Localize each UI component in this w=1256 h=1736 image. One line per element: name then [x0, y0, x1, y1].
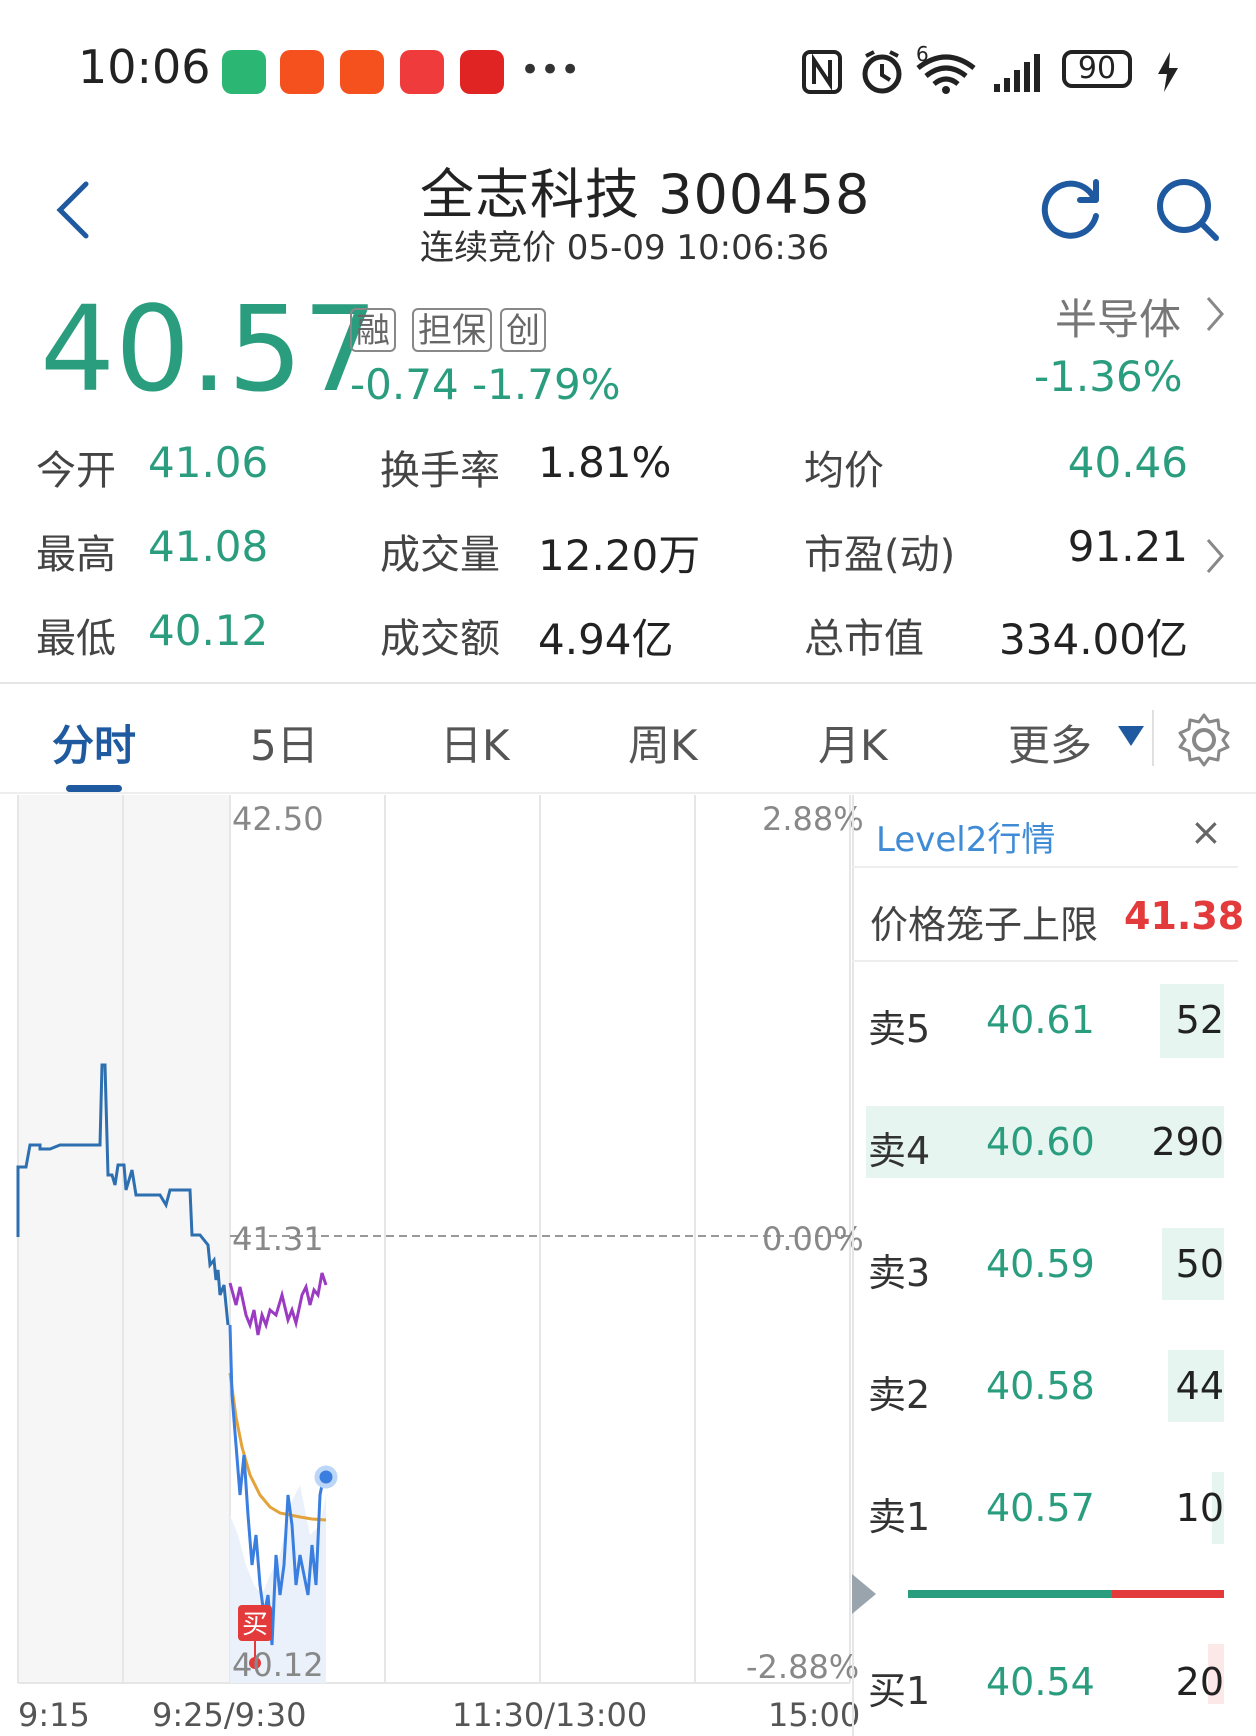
sector-link[interactable]: 半导体: [1055, 286, 1181, 347]
tab-more[interactable]: 更多: [1008, 712, 1092, 773]
ask-2-label: 卖2: [868, 1373, 931, 1417]
page-title: 全志科技 300458: [420, 163, 871, 226]
tab-monthly-k[interactable]: 月K: [818, 712, 888, 773]
level2-title[interactable]: Level2行情: [876, 812, 1055, 861]
stat-label-pe: 市盈(动): [804, 532, 956, 578]
tab-5day[interactable]: 5日: [250, 712, 319, 773]
ask-1-label: 卖1: [868, 1495, 931, 1539]
stat-label-low: 最低: [36, 616, 116, 662]
ask-4-volume: 290: [1151, 1120, 1224, 1164]
sector-change-pct: -1.36%: [1034, 352, 1183, 401]
axis-pct-top: 2.88%: [762, 800, 864, 838]
stat-value-amount: 4.94亿: [538, 615, 674, 664]
wifi-badge: 6: [916, 42, 929, 66]
stat-value-pe: 91.21: [1067, 522, 1188, 571]
market-status: 连续竞价 05-09 10:06:36: [420, 228, 830, 268]
divider: [852, 866, 1238, 868]
stat-label-market-cap: 总市值: [804, 616, 924, 662]
price-cage-value: 41.38: [1124, 894, 1245, 938]
stat-value-avg: 40.46: [1067, 438, 1188, 487]
stat-value-market-cap: 334.00亿: [999, 615, 1188, 664]
ask-1-volume: 10: [1175, 1486, 1224, 1530]
nfc-icon: [802, 50, 842, 94]
buy-marker-label: 买: [242, 1610, 268, 1640]
stat-label-avg: 均价: [804, 448, 884, 494]
tab-active-indicator: [66, 785, 122, 792]
stat-label-open: 今开: [36, 448, 116, 494]
tab-intraday[interactable]: 分时: [52, 712, 136, 773]
ask-4-price[interactable]: 40.60: [986, 1120, 1095, 1164]
chevron-right-icon[interactable]: [1204, 536, 1228, 576]
price-change-pct: -1.79%: [472, 360, 621, 409]
tab-daily-k[interactable]: 日K: [440, 712, 510, 773]
stat-value-open: 41.06: [148, 438, 269, 487]
divider: [852, 960, 1238, 962]
search-icon[interactable]: [1154, 176, 1220, 242]
settings-icon[interactable]: [1176, 712, 1232, 768]
battery-indicator: 90: [1062, 50, 1132, 88]
stat-label-amount: 成交额: [380, 616, 500, 662]
ask-1-price[interactable]: 40.57: [986, 1486, 1095, 1530]
app-notification-icon: [340, 50, 384, 94]
collapse-panel-icon[interactable]: [850, 1572, 880, 1616]
time-label: 9:15: [18, 1696, 90, 1734]
refresh-icon[interactable]: [1040, 176, 1104, 240]
collateral-tag: 担保: [412, 308, 492, 352]
status-time: 10:06: [78, 40, 211, 94]
sell-strength-bar: [1112, 1590, 1224, 1598]
axis-price-mid: 41.31: [232, 1220, 324, 1258]
buy-strength-bar: [908, 1590, 1112, 1598]
divider: [0, 792, 1256, 794]
tab-weekly-k[interactable]: 周K: [628, 712, 698, 773]
ask-4-label: 卖4: [868, 1129, 931, 1173]
ask-3-volume: 50: [1175, 1242, 1224, 1286]
ask-5-volume: 52: [1175, 998, 1224, 1042]
bid-1-volume: 20: [1175, 1660, 1224, 1704]
app-notification-icon: [400, 50, 444, 94]
bid-1-price[interactable]: 40.54: [986, 1660, 1095, 1704]
bid-1-label: 买1: [868, 1669, 931, 1713]
signal-icon: [994, 54, 1040, 92]
ask-3-label: 卖3: [868, 1251, 931, 1295]
gem-board-tag: 创: [500, 308, 546, 352]
intraday-chart[interactable]: 买: [0, 795, 852, 1685]
margin-tag: 融: [350, 308, 396, 352]
more-notifications-icon: •••: [520, 50, 581, 90]
app-notification-icon: [222, 50, 266, 94]
ask-5-label: 卖5: [868, 1007, 931, 1051]
axis-price-bottom: 40.12: [232, 1646, 324, 1684]
time-label: 11:30/13:00: [452, 1696, 648, 1734]
ask-2-price[interactable]: 40.58: [986, 1364, 1095, 1408]
time-label: 15:00: [768, 1696, 861, 1734]
axis-pct-mid: 0.00%: [762, 1220, 864, 1258]
stat-value-turnover: 1.81%: [538, 438, 672, 487]
stat-value-volume: 12.20万: [538, 531, 701, 580]
stat-label-high: 最高: [36, 532, 116, 578]
ask-5-price[interactable]: 40.61: [986, 998, 1095, 1042]
stat-label-volume: 成交量: [380, 532, 500, 578]
ask-2-volume: 44: [1175, 1364, 1224, 1408]
back-icon[interactable]: [52, 180, 92, 240]
stat-value-high: 41.08: [148, 522, 269, 571]
time-label: 9:25/9:30: [152, 1696, 307, 1734]
axis-price-top: 42.50: [232, 800, 324, 838]
ask-3-price[interactable]: 40.59: [986, 1242, 1095, 1286]
dropdown-icon[interactable]: [1116, 724, 1146, 748]
app-notification-icon: [280, 50, 324, 94]
tab-separator: [1152, 710, 1154, 766]
chevron-right-icon[interactable]: [1204, 294, 1228, 334]
close-icon[interactable]: ×: [1190, 810, 1222, 854]
price-change: -0.74: [350, 360, 459, 409]
divider: [0, 682, 1256, 684]
stat-value-low: 40.12: [148, 606, 269, 655]
charging-icon: [1158, 52, 1178, 92]
stat-label-turnover: 换手率: [380, 448, 500, 494]
app-notification-icon: [460, 50, 504, 94]
alarm-icon: [862, 50, 902, 94]
price-cage-label: 价格笼子上限: [870, 903, 1099, 947]
current-price: 40.57: [40, 280, 378, 418]
axis-pct-bottom: -2.88%: [746, 1648, 860, 1686]
